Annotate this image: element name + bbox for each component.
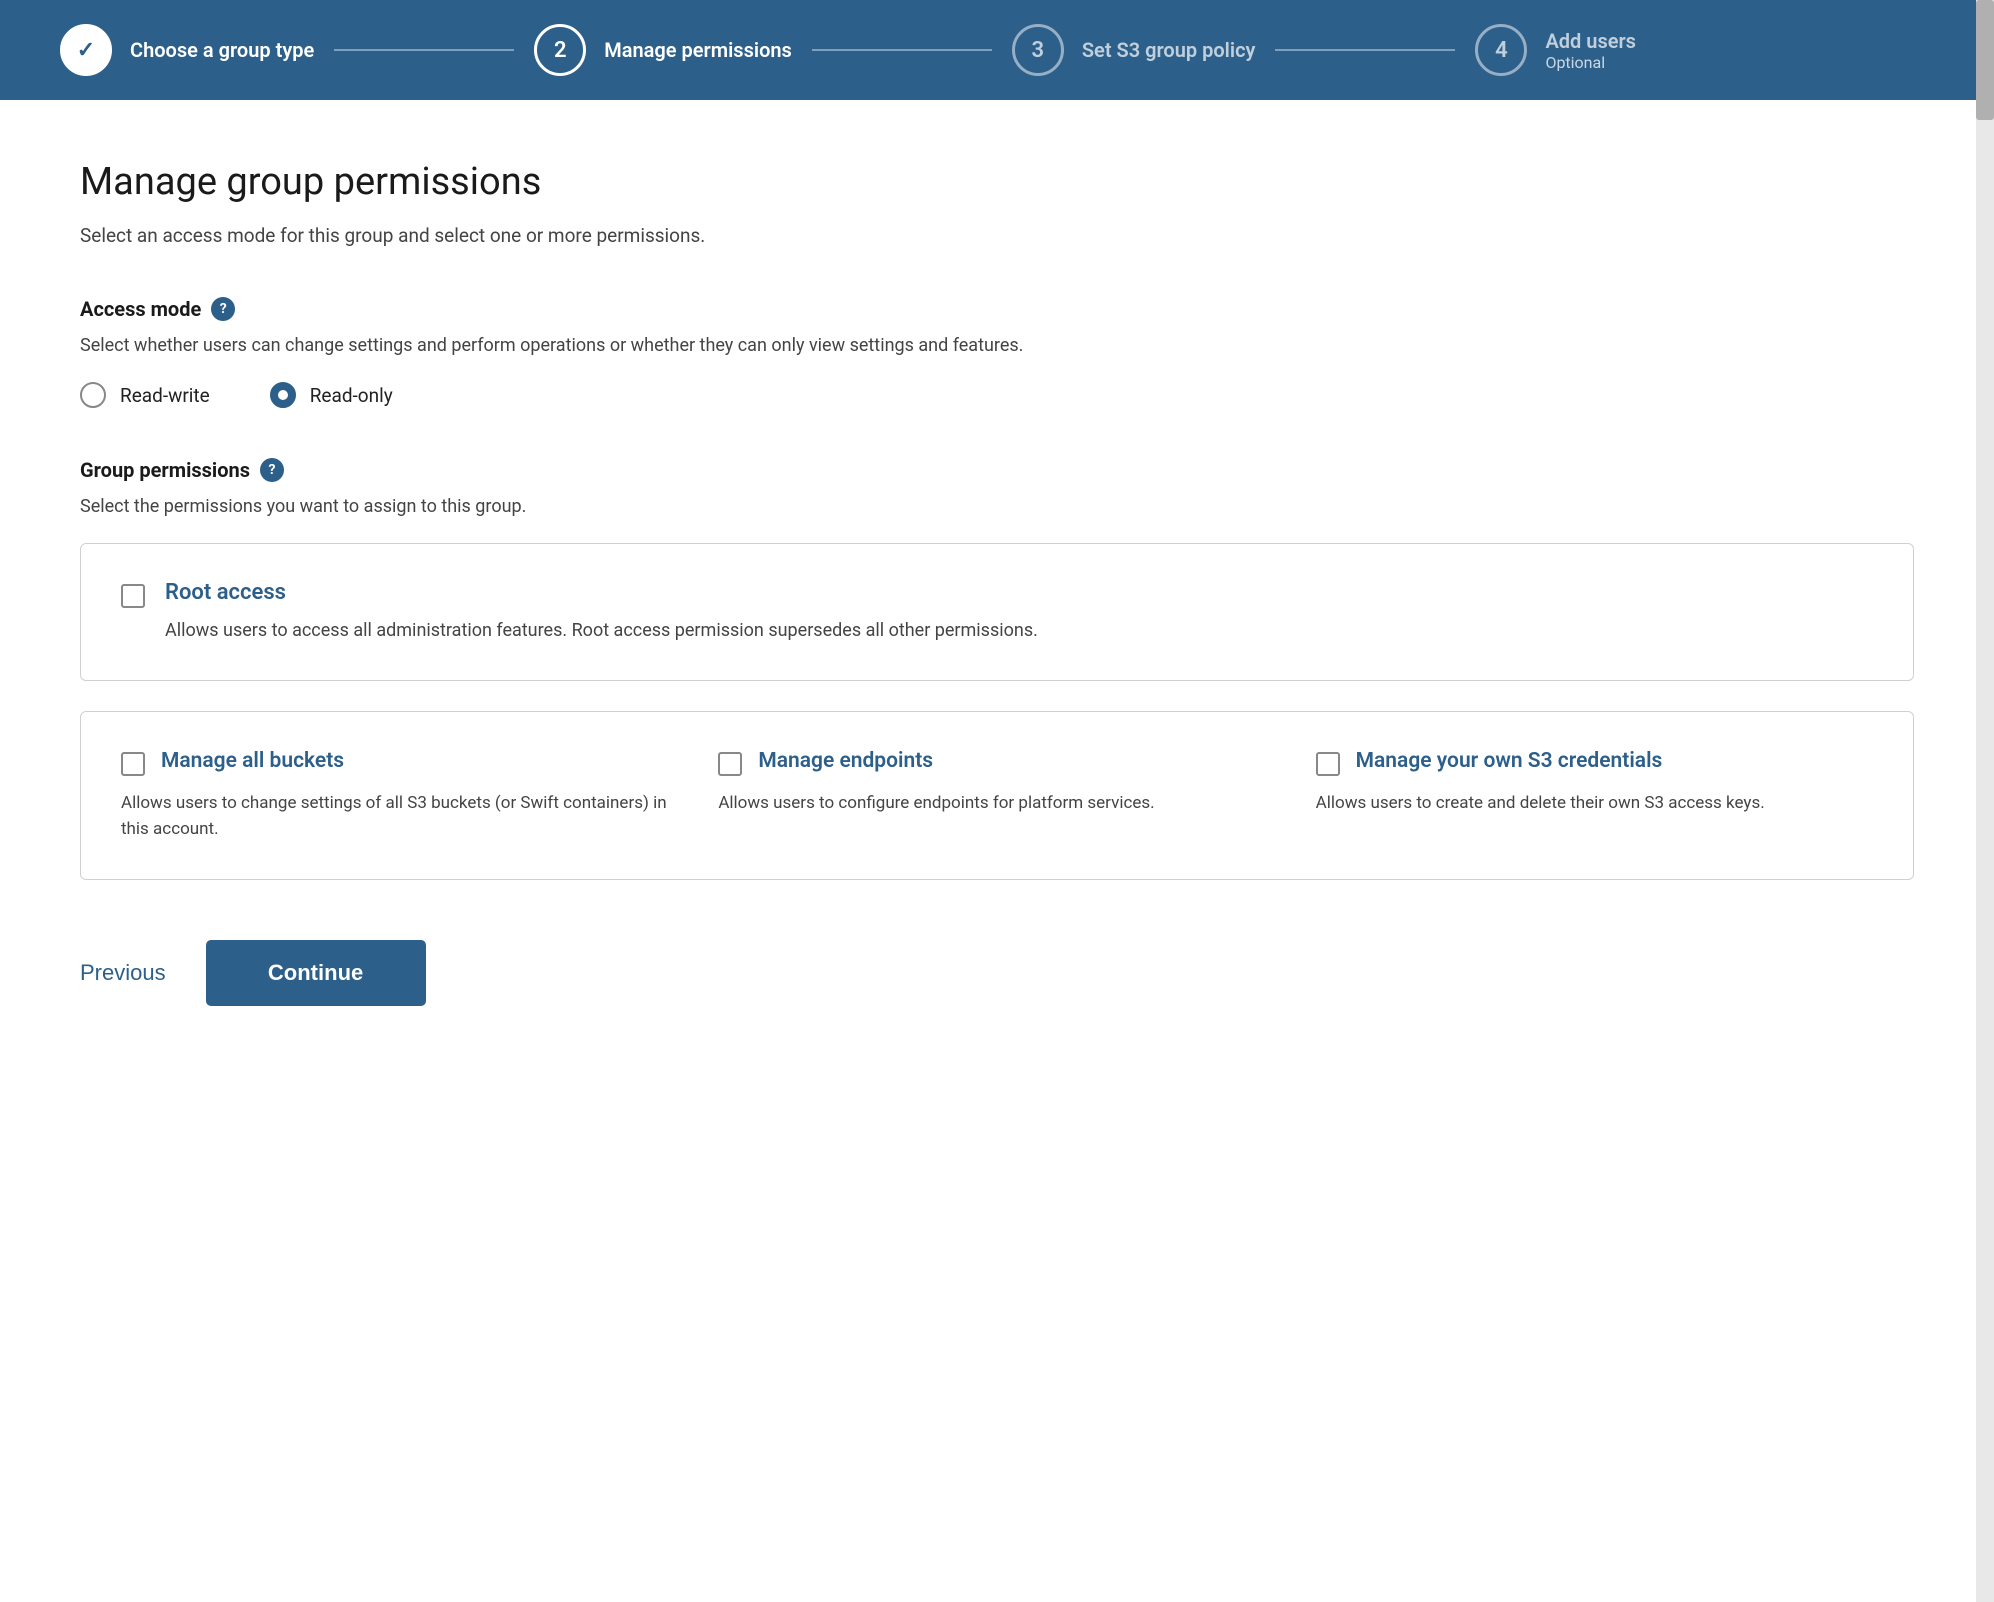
group-permissions-section-label: Group permissions ? [80,458,1914,482]
step-4-circle: 4 [1475,24,1527,76]
continue-button[interactable]: Continue [206,940,426,1006]
page-scrollbar[interactable] [1976,0,1994,1602]
manage-buckets-desc: Allows users to change settings of all S… [121,790,678,843]
radio-read-write[interactable]: Read-write [80,382,210,408]
scrollbar-thumb[interactable] [1976,0,1994,120]
previous-button[interactable]: Previous [80,960,166,986]
wizard-step-2[interactable]: 2 Manage permissions [534,24,792,76]
step-4-subtitle: Optional [1545,53,1636,72]
root-access-content: Root access Allows users to access all a… [165,580,1038,644]
step-1-title: Choose a group type [130,38,314,62]
manage-buckets-title[interactable]: Manage all buckets [161,748,344,775]
perm-col-buckets-header: Manage all buckets [121,748,678,776]
step-4-label: Add users Optional [1545,29,1636,72]
access-mode-radio-group: Read-write Read-only [80,382,1914,408]
access-mode-description: Select whether users can change settings… [80,335,1914,356]
radio-read-write-circle [80,382,106,408]
root-access-inner: Root access Allows users to access all a… [121,580,1873,644]
multi-perm-card: Manage all buckets Allows users to chang… [80,711,1914,880]
manage-endpoints-title[interactable]: Manage endpoints [758,748,933,775]
connector-3-4 [1275,49,1455,51]
perm-col-endpoints-header: Manage endpoints [718,748,1275,776]
root-access-desc: Allows users to access all administratio… [165,617,1038,644]
group-permissions-help-icon[interactable]: ? [260,458,284,482]
radio-read-only-circle [270,382,296,408]
manage-endpoints-desc: Allows users to configure endpoints for … [718,790,1275,816]
root-access-card: Root access Allows users to access all a… [80,543,1914,681]
wizard-step-3[interactable]: 3 Set S3 group policy [1012,24,1256,76]
wizard-header: ✓ Choose a group type 2 Manage permissio… [0,0,1994,100]
step-2-circle: 2 [534,24,586,76]
page-subtitle: Select an access mode for this group and… [80,224,1914,247]
root-access-checkbox[interactable] [121,584,145,608]
step-2-label: Manage permissions [604,38,792,62]
radio-read-only[interactable]: Read-only [270,382,393,408]
main-content: Manage group permissions Select an acces… [0,100,1994,1602]
root-access-title[interactable]: Root access [165,580,1038,605]
access-mode-section-label: Access mode ? [80,297,1914,321]
radio-read-only-label: Read-only [310,384,393,407]
wizard-step-1[interactable]: ✓ Choose a group type [60,24,314,76]
manage-s3-credentials-title[interactable]: Manage your own S3 credentials [1356,748,1663,775]
step-1-label: Choose a group type [130,38,314,62]
access-mode-help-icon[interactable]: ? [211,297,235,321]
wizard-step-4[interactable]: 4 Add users Optional [1475,24,1636,76]
manage-s3-credentials-checkbox[interactable] [1316,752,1340,776]
radio-read-write-label: Read-write [120,384,210,407]
bottom-actions: Previous Continue [80,940,1914,1006]
step-2-title: Manage permissions [604,38,792,62]
step-4-title: Add users [1545,29,1636,53]
step-1-circle: ✓ [60,24,112,76]
perm-col-s3-credentials: Manage your own S3 credentials Allows us… [1316,748,1873,843]
manage-endpoints-checkbox[interactable] [718,752,742,776]
step-3-label: Set S3 group policy [1082,38,1256,62]
perm-col-endpoints: Manage endpoints Allows users to configu… [718,748,1275,843]
perm-col-buckets: Manage all buckets Allows users to chang… [121,748,678,843]
step-3-circle: 3 [1012,24,1064,76]
manage-s3-credentials-desc: Allows users to create and delete their … [1316,790,1873,816]
page-title: Manage group permissions [80,160,1914,204]
radio-read-only-inner [278,390,288,400]
step-3-title: Set S3 group policy [1082,38,1256,62]
connector-1-2 [334,49,514,51]
connector-2-3 [812,49,992,51]
group-permissions-description: Select the permissions you want to assig… [80,496,1914,517]
manage-buckets-checkbox[interactable] [121,752,145,776]
perm-col-s3-credentials-header: Manage your own S3 credentials [1316,748,1873,776]
